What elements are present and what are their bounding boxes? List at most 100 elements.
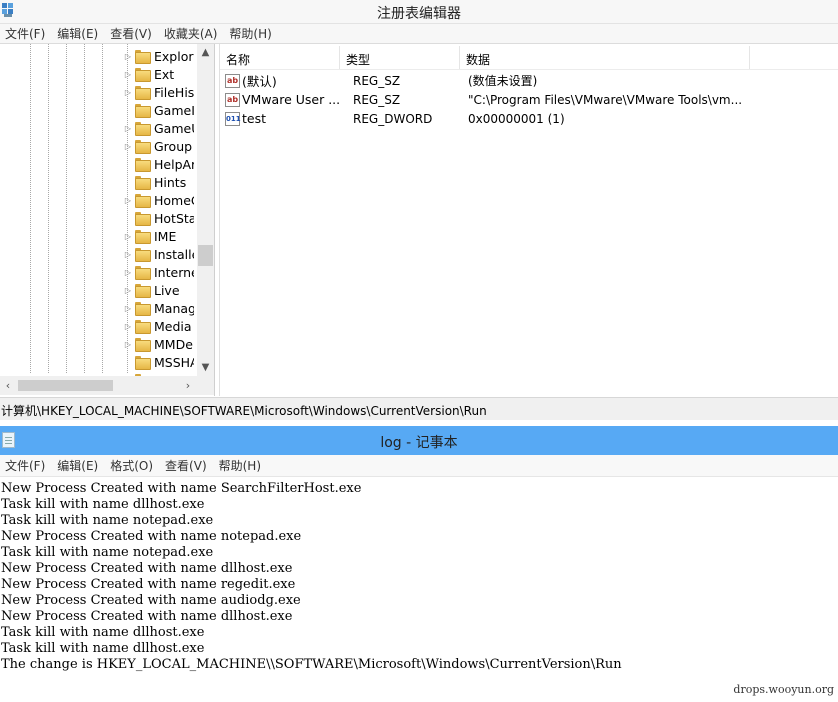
folder-icon (135, 158, 151, 172)
regedit-menu-bar: 文件(F) 编辑(E) 查看(V) 收藏夹(A) 帮助(H) (0, 24, 838, 44)
expand-arrow-icon[interactable]: ▷ (121, 119, 135, 137)
expand-arrow-icon[interactable]: ▷ (121, 137, 135, 155)
tree-node-label: Ext (154, 66, 175, 82)
regedit-menu-file[interactable]: 文件(F) (0, 25, 52, 42)
notepad-menu-help[interactable]: 帮助(H) (214, 457, 268, 474)
value-name: (默认) (242, 74, 277, 89)
tree-node[interactable]: ▷ Media (121, 317, 197, 335)
tree-node-label: Manag (154, 300, 194, 316)
regedit-title-bar[interactable]: 注册表编辑器 (0, 0, 838, 24)
expand-arrow-icon[interactable]: ▷ (121, 227, 135, 245)
expand-arrow-icon[interactable]: ▷ (121, 83, 135, 101)
notepad-menu-file[interactable]: 文件(F) (0, 457, 52, 474)
folder-icon (135, 140, 151, 154)
expand-arrow-icon[interactable]: ▷ (121, 299, 135, 317)
column-header-data[interactable]: 数据 (460, 46, 750, 69)
tree-horizontal-scrollbar[interactable]: ‹ › (0, 376, 197, 395)
registry-value-row[interactable]: 011 test REG_DWORD 0x00000001 (1) (220, 109, 838, 128)
tree-node[interactable]: ▷HelpAr (121, 155, 197, 173)
tree-vertical-scrollbar[interactable]: ▲ ▼ (197, 44, 214, 376)
tree-node-label: FileHis (154, 84, 194, 100)
tree-node[interactable]: ▷GameI (121, 101, 197, 119)
value-name: test (242, 111, 267, 126)
registry-key-tree[interactable]: ▷Explor▷Ext▷FileHis▷GameI▷GameU▷Group▷He… (0, 44, 215, 396)
regedit-status-bar-path: 计算机\HKEY_LOCAL_MACHINE\SOFTWARE\Microsof… (0, 397, 838, 420)
string-value-icon: ab (225, 73, 240, 88)
scroll-up-icon[interactable]: ▲ (197, 44, 214, 61)
value-type: REG_SZ (353, 73, 401, 88)
tree-node[interactable]: ▷ Interne (121, 263, 197, 281)
scroll-right-icon[interactable]: › (180, 376, 196, 395)
expand-arrow-icon[interactable]: ▷ (121, 245, 135, 263)
regedit-menu-view[interactable]: 查看(V) (105, 25, 159, 42)
registry-values-pane[interactable]: 名称 类型 数据 ab (默认) REG_SZ (数值未设置) ab VMwar… (219, 44, 838, 396)
regedit-menu-favorites[interactable]: 收藏夹(A) (159, 25, 225, 42)
folder-icon (135, 284, 151, 298)
tree-node[interactable]: ▷ Ext (121, 65, 197, 83)
tree-node-label: MMDe (154, 336, 193, 352)
tree-node[interactable]: ▷ Installe (121, 245, 197, 263)
watermark-text: drops.wooyun.org (733, 683, 834, 696)
folder-icon (135, 248, 151, 262)
notepad-text-area[interactable]: New Process Created with name SearchFilt… (0, 479, 838, 679)
tree-node-label: Interne (154, 264, 194, 280)
tree-node[interactable]: ▷ GameU (121, 119, 197, 137)
scroll-left-icon[interactable]: ‹ (0, 376, 16, 395)
folder-icon (135, 122, 151, 136)
scroll-down-icon[interactable]: ▼ (197, 359, 214, 376)
tree-node-label: GameU (154, 120, 194, 136)
regedit-menu-help[interactable]: 帮助(H) (224, 25, 278, 42)
tree-node[interactable]: ▷Hints (121, 173, 197, 191)
expand-arrow-icon[interactable]: ▷ (121, 191, 135, 209)
tree-node[interactable]: ▷ MMDe (121, 335, 197, 353)
tree-node[interactable]: ▷ IME (121, 227, 197, 245)
tree-horizontal-scroll-thumb[interactable] (18, 380, 113, 391)
tree-node-label: IME (154, 228, 177, 244)
log-line: Task kill with name notepad.exe (1, 513, 214, 528)
scrollbar-corner (197, 376, 214, 395)
registry-value-row[interactable]: ab VMware User ... REG_SZ "C:\Program Fi… (220, 90, 838, 109)
tree-node-label: Explor (154, 48, 194, 64)
tree-node[interactable]: ▷ FileHis (121, 83, 197, 101)
notepad-window-title: log - 记事本 (380, 435, 458, 451)
expand-arrow-icon[interactable]: ▷ (121, 263, 135, 281)
tree-node-label: Live (154, 282, 180, 298)
tree-node[interactable]: ▷MSSHA (121, 353, 197, 371)
expand-arrow-icon[interactable]: ▷ (121, 65, 135, 83)
tree-vertical-scroll-thumb[interactable] (198, 245, 213, 266)
tree-node[interactable]: ▷ Explor (121, 47, 197, 65)
value-data: (数值未设置) (468, 74, 538, 88)
expand-arrow-icon[interactable]: ▷ (121, 281, 135, 299)
notepad-menu-bar: 文件(F) 编辑(E) 格式(O) 查看(V) 帮助(H) (0, 455, 838, 477)
tree-node[interactable]: ▷ Manag (121, 299, 197, 317)
tree-node[interactable]: ▷ Group (121, 137, 197, 155)
tree-node[interactable]: ▷HotSta (121, 209, 197, 227)
folder-icon (135, 194, 151, 208)
log-line: New Process Created with name dllhost.ex… (1, 561, 293, 576)
regedit-menu-edit[interactable]: 编辑(E) (52, 25, 105, 42)
tree-node[interactable]: ▷ Live (121, 281, 197, 299)
column-header-type[interactable]: 类型 (340, 46, 460, 69)
notepad-menu-view[interactable]: 查看(V) (160, 457, 214, 474)
notepad-menu-format[interactable]: 格式(O) (105, 457, 160, 474)
column-header-name[interactable]: 名称 (220, 46, 340, 69)
folder-icon (135, 338, 151, 352)
notepad-menu-edit[interactable]: 编辑(E) (52, 457, 105, 474)
log-line: The change is HKEY_LOCAL_MACHINE\\SOFTWA… (1, 657, 622, 672)
folder-icon (135, 104, 151, 118)
registry-value-row[interactable]: ab (默认) REG_SZ (数值未设置) (220, 71, 838, 90)
expand-arrow-icon[interactable]: ▷ (121, 335, 135, 353)
dword-value-icon: 011 (225, 111, 241, 126)
folder-icon (135, 356, 151, 370)
log-line: Task kill with name notepad.exe (1, 545, 214, 560)
expand-arrow-icon[interactable]: ▷ (121, 47, 135, 65)
tree-node[interactable]: ▷ HomeG (121, 191, 197, 209)
folder-icon (135, 320, 151, 334)
tree-node-label: HelpAr (154, 156, 194, 172)
expand-arrow-icon[interactable]: ▷ (121, 317, 135, 335)
string-value-icon: ab (225, 92, 240, 107)
folder-icon (135, 212, 151, 226)
notepad-title-bar[interactable]: log - 记事本 (0, 426, 838, 455)
value-data: 0x00000001 (1) (468, 111, 565, 126)
log-line: New Process Created with name notepad.ex… (1, 529, 302, 544)
